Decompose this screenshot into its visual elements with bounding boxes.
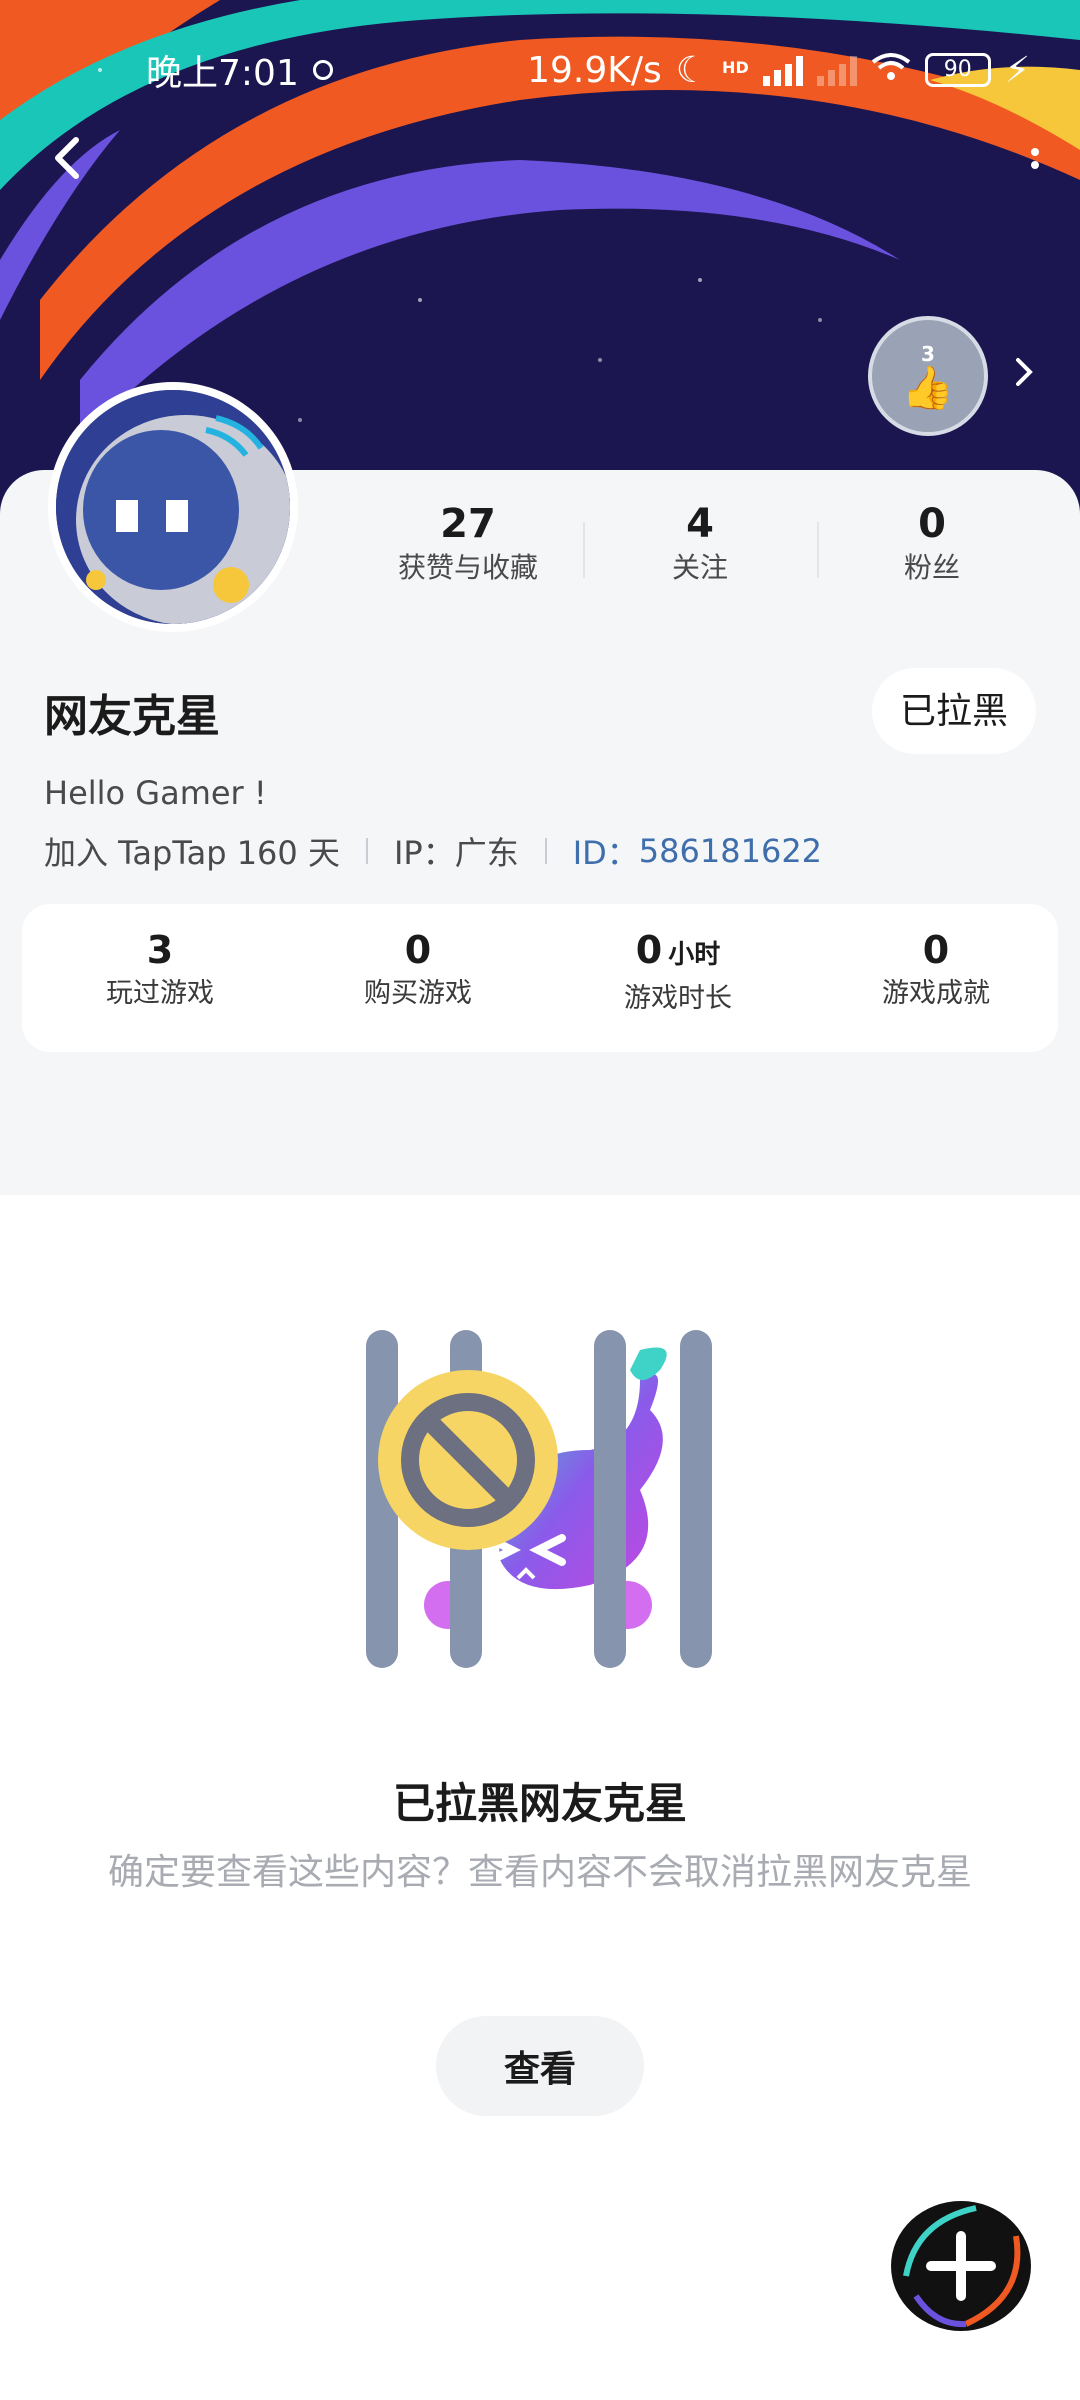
thumbs-up-icon: 👍 [901,363,955,412]
user-id-label: ID： [572,834,639,872]
user-id[interactable]: 586181622 [639,832,822,870]
likes-stat[interactable]: 27 获赞与收藏 [358,500,578,588]
likes-count: 27 [440,501,496,547]
played-games-label: 玩过游戏 [106,978,214,1009]
followers-stat[interactable]: 0 粉丝 [822,500,1042,588]
user-name: 网友克星 [44,691,220,742]
joined-days: 加入 TapTap 160 天 [44,834,340,872]
stat-divider [817,522,819,578]
view-content-button[interactable]: 查看 [436,2016,644,2116]
badge-arrow-button[interactable] [1010,352,1040,392]
meta-divider [365,838,368,864]
followers-label: 粉丝 [903,551,960,584]
blocked-title: 已拉黑网友克星 [392,1779,687,1828]
profile-stats: 27 获赞与收藏 4 关注 0 粉丝 [0,500,1080,600]
achievements-label: 游戏成就 [882,978,990,1009]
blocked-illustration [340,1300,740,1680]
hd-label: HD [722,57,749,77]
game-stats-card: 3 玩过游戏 0 购买游戏 0 小时 游戏时长 0 游戏成就 [22,904,1058,1052]
signal-secondary-icon [816,54,857,86]
likes-label: 获赞与收藏 [397,551,538,584]
plus-icon [891,2201,1031,2331]
play-time-label: 游戏时长 [624,983,732,1014]
chevron-right-icon [1016,358,1033,386]
stat-divider [583,522,585,578]
purchased-games-label: 购买游戏 [364,978,472,1009]
wifi-icon [871,50,911,91]
meta-divider [544,838,547,864]
following-count: 4 [686,501,714,547]
purchased-games-stat[interactable]: 0 购买游戏 [298,926,538,1014]
user-bio: Hello Gamer ! [44,774,267,812]
blocked-description: 确定要查看这些内容？查看内容不会取消拉黑网友克星 [107,1852,972,1893]
following-label: 关注 [671,551,728,584]
ip-location: IP：广东 [393,834,519,872]
play-time-value: 0 [635,928,663,972]
back-arrow-icon [55,137,79,179]
status-time: 晚上7:01 [146,53,299,94]
status-bar: 晚上7:01 19.9K/s ☾ HD 90 ⚡ [0,40,1080,100]
user-meta: 加入 TapTap 160 天 IP：广东 ID： 586181622 [44,828,822,874]
purchased-games-count: 0 [404,928,432,972]
achievements-count: 0 [922,928,950,972]
achievements-stat[interactable]: 0 游戏成就 [816,926,1056,1014]
location-icon [312,60,333,80]
play-time-unit: 小时 [668,940,721,970]
more-button[interactable] [1020,140,1050,190]
create-post-button[interactable] [886,2196,1036,2336]
network-speed: 19.9K/s [527,49,662,91]
more-vertical-icon [1031,148,1039,169]
played-games-count: 3 [146,928,174,972]
achievement-badge[interactable]: 3 👍 [868,316,988,436]
blocked-button[interactable]: 已拉黑 [872,668,1036,754]
play-time-stat[interactable]: 0 小时 游戏时长 [558,926,798,1019]
charging-icon: ⚡ [1004,49,1030,91]
back-button[interactable] [40,130,96,186]
following-stat[interactable]: 4 关注 [590,500,810,588]
moon-icon: ☾ [675,49,709,91]
battery-icon: 90 [924,53,991,87]
signal-icon [762,54,803,86]
played-games-stat[interactable]: 3 玩过游戏 [40,926,280,1014]
followers-count: 0 [918,501,946,547]
